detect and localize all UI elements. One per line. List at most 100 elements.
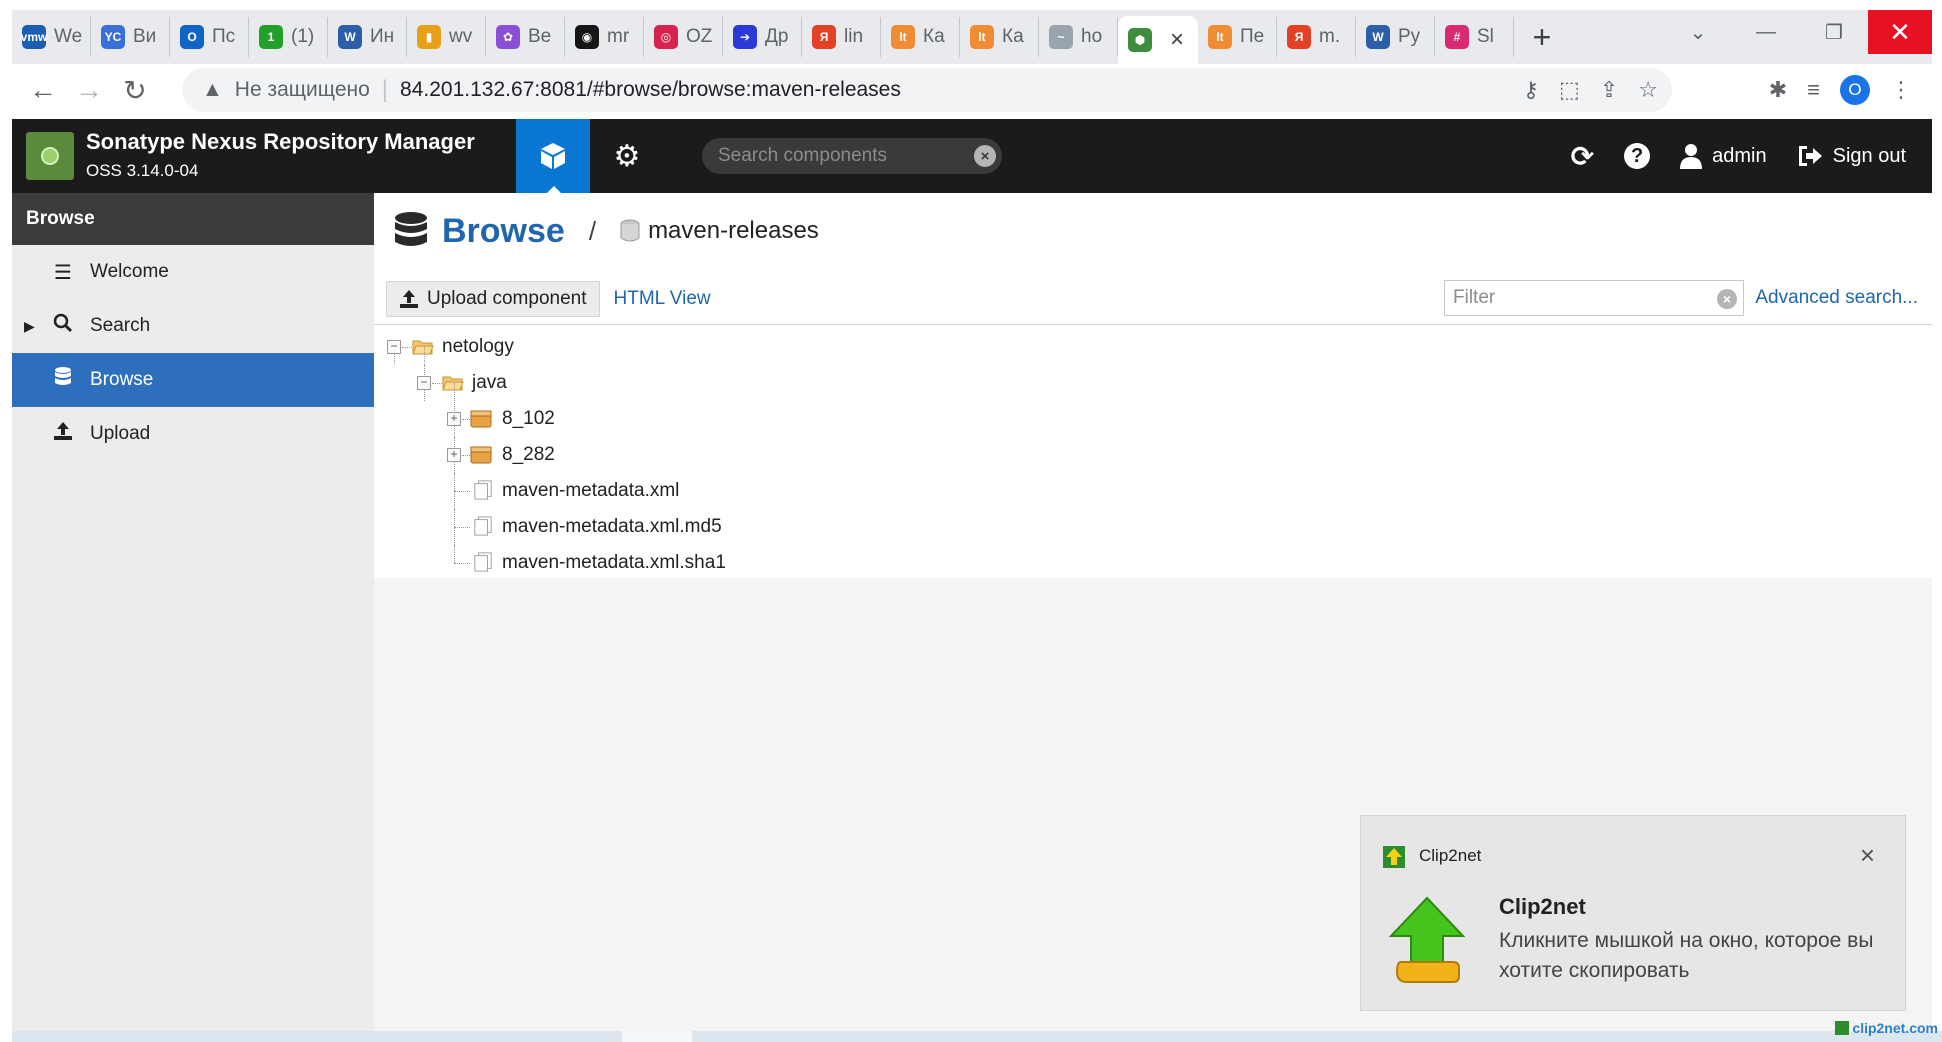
back-icon[interactable]: ← [20, 67, 66, 113]
browser-tab[interactable]: ~ ho [1039, 17, 1118, 57]
advanced-search-link[interactable]: Advanced search... [1755, 287, 1918, 309]
sidebar-item-label: Upload [90, 423, 151, 444]
tree-row[interactable]: + 8_102 [374, 383, 1932, 437]
browser-tab[interactable]: Яlin [802, 17, 881, 57]
tree-row[interactable]: − java [374, 347, 1932, 401]
tab-favicon-icon: ▮ [417, 25, 441, 49]
clip2net-watermark: clip2net.com [1835, 1020, 1938, 1036]
upload-component-button[interactable]: Upload component [386, 281, 600, 317]
file-icon [474, 552, 492, 572]
help-button[interactable]: ? [1624, 143, 1651, 169]
browser-tab[interactable]: ✿ Be [486, 17, 565, 57]
reload-icon[interactable]: ↻ [112, 67, 158, 113]
component-box-icon [470, 410, 492, 428]
tree-row[interactable]: maven-metadata.xml.sha1 [374, 545, 1932, 581]
sign-out-button[interactable]: Sign out [1797, 144, 1906, 168]
expand-toggle-icon[interactable]: + [447, 412, 461, 426]
search-components-input[interactable]: Search components × [702, 138, 1002, 174]
tab-favicon-icon: ◎ [654, 25, 678, 49]
browser-tab[interactable]: ▮ wv [407, 17, 486, 57]
sidebar-item-label: Welcome [90, 261, 169, 282]
window-controls: ⌄ — ❐ ✕ [1664, 10, 1932, 54]
expand-toggle-icon[interactable]: + [447, 448, 461, 462]
browser-tab[interactable]: 1 (1) [249, 17, 328, 57]
tree-row[interactable]: + 8_282 [374, 437, 1932, 473]
browser-tab[interactable]: ◉ mr [565, 17, 644, 57]
new-tab-button[interactable]: + [1522, 19, 1562, 56]
expand-arrow-icon[interactable]: ▶ [24, 318, 35, 335]
sign-out-label: Sign out [1832, 144, 1906, 167]
browser-tab[interactable]: W Py [1356, 17, 1435, 57]
tab-title: Ви [133, 26, 157, 47]
user-menu[interactable]: admin [1680, 143, 1767, 169]
tree-row[interactable]: maven-metadata.xml [374, 473, 1932, 509]
tab-favicon-icon: ✿ [496, 25, 520, 49]
tab-favicon-icon: ➔ [733, 25, 757, 49]
profile-avatar[interactable]: O [1840, 75, 1870, 105]
sidebar-item-browse[interactable]: Browse [12, 353, 374, 407]
user-icon [1680, 144, 1703, 169]
collapse-toggle-icon[interactable]: − [417, 376, 431, 390]
clear-filter-icon[interactable]: × [1717, 289, 1737, 309]
clip2net-upload-arrow-icon [1388, 896, 1466, 983]
database-icon [50, 366, 76, 394]
browser-tab[interactable]: vmw We [12, 17, 91, 57]
clip2net-notification[interactable]: Clip2net × Clip2net Кликните мышкой на о… [1360, 815, 1906, 1011]
browser-tab[interactable]: Яm. [1277, 17, 1356, 57]
html-view-link[interactable]: HTML View [614, 288, 711, 310]
nexus-logo-icon [26, 132, 74, 180]
url-text[interactable]: 84.201.132.67:8081/#browse/browse:maven-… [400, 78, 901, 102]
watermark-text: clip2net.com [1852, 1020, 1938, 1036]
close-icon[interactable]: × [1860, 840, 1875, 871]
key-icon[interactable]: ⚷ [1523, 77, 1539, 103]
clear-search-icon[interactable]: × [974, 145, 996, 167]
collapse-toggle-icon[interactable]: − [387, 340, 401, 354]
extensions-icon[interactable]: ✱ [1769, 77, 1787, 103]
gear-icon: ⚙ [613, 139, 641, 173]
page-title[interactable]: Browse [442, 212, 565, 251]
share-icon[interactable]: ⇪ [1600, 77, 1618, 103]
filter-input[interactable]: Filter × [1444, 280, 1744, 316]
browser-tab[interactable]: lt Пе [1198, 17, 1277, 57]
tab-search-icon[interactable]: ⌄ [1664, 10, 1732, 54]
sidebar-item-label: Search [90, 315, 151, 336]
browser-tab[interactable]: ⬢ × [1118, 16, 1198, 64]
browser-tab[interactable]: YC Ви [91, 17, 170, 57]
browser-tab[interactable]: ◎ OZ [644, 17, 723, 57]
sidebar-item-upload[interactable]: Upload [12, 407, 374, 461]
tab-title: Др [765, 26, 789, 47]
browser-tab[interactable]: # Sl [1435, 17, 1514, 57]
browser-tab[interactable]: W Ин [328, 17, 407, 57]
restore-icon[interactable]: ❐ [1800, 10, 1868, 54]
tree-row[interactable]: − netology [374, 329, 1932, 365]
translate-icon[interactable]: ⬚ [1559, 77, 1580, 103]
browser-tab[interactable]: O Пс [170, 17, 249, 57]
tab-favicon-icon: O [180, 25, 204, 49]
nexus-header: Sonatype Nexus Repository Manager OSS 3.… [12, 119, 1932, 194]
browser-tab[interactable]: lt Ка [881, 17, 960, 57]
refresh-icon[interactable]: ⟳ [1571, 140, 1594, 173]
admin-settings-button[interactable]: ⚙ [590, 119, 664, 193]
tab-title: mr [607, 26, 630, 47]
menu-icon[interactable]: ⋮ [1890, 77, 1912, 103]
tab-title: We [54, 26, 83, 47]
browser-tab[interactable]: ➔ Др [723, 17, 802, 57]
tree-row[interactable]: maven-metadata.xml.md5 [374, 509, 1932, 545]
folder-open-icon [442, 376, 464, 391]
repository-name: maven-releases [648, 217, 819, 244]
reading-list-icon[interactable]: ≡ [1807, 77, 1820, 103]
browse-mode-button[interactable] [516, 119, 590, 194]
toolbar-divider [374, 324, 1932, 325]
breadcrumb-separator: / [588, 215, 597, 246]
bookmark-star-icon[interactable]: ☆ [1638, 77, 1658, 103]
database-icon [395, 212, 427, 246]
sidebar-item-welcome[interactable]: ☰ Welcome [12, 245, 374, 299]
forward-icon[interactable]: → [66, 67, 112, 113]
minimize-icon[interactable]: — [1732, 10, 1800, 54]
sidebar-item-search[interactable]: ▶ Search [12, 299, 374, 353]
window-close-icon[interactable]: ✕ [1868, 10, 1932, 54]
omnibox[interactable]: ▲ Не защищено | 84.201.132.67:8081/#brow… [182, 68, 1672, 112]
tab-favicon-icon: W [1366, 25, 1390, 49]
browser-tab[interactable]: lt Ка [960, 17, 1039, 57]
tab-close-icon[interactable]: × [1170, 26, 1184, 54]
